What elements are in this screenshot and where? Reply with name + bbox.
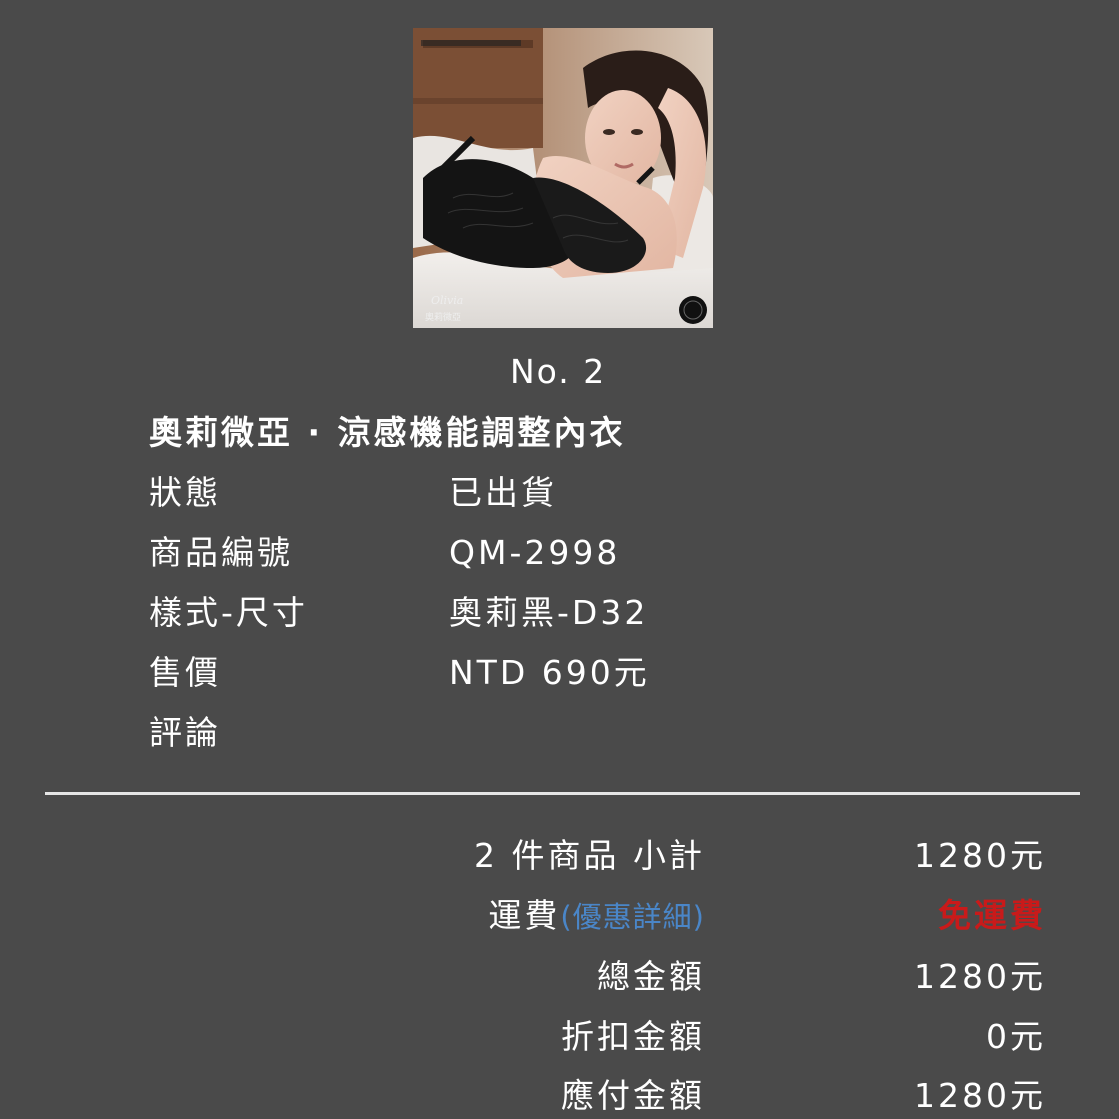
discount-value: 0元 [986,1017,1046,1056]
summary-shipping: 運費(優惠詳細) 免運費 [0,894,1119,938]
product-photo-icon: Olivia 奧莉微亞 [413,28,713,328]
total-value: 1280元 [914,957,1046,996]
payable-label: 應付金額 [561,1076,705,1115]
sku-value: QM-2998 [449,533,621,572]
discount-label: 折扣金額 [561,1017,705,1056]
shipping-value: 免運費 [938,896,1046,935]
subtotal-label: 2 件商品 小計 [474,836,705,875]
price-value: NTD 690元 [449,653,650,692]
summary-discount: 折扣金額 0元 [0,1015,1119,1059]
style-size-label: 樣式-尺寸 [149,593,308,632]
item-number: No. 2 [510,352,607,391]
review-label[interactable]: 評論 [149,712,221,754]
product-image[interactable]: Olivia 奧莉微亞 [413,28,713,328]
product-name[interactable]: 奧莉微亞 · 涼感機能調整內衣 [149,412,626,454]
status-value: 已出貨 [449,473,557,512]
order-detail-page: Olivia 奧莉微亞 No. 2 奧莉微亞 · 涼感機能調整內衣 狀態 已出貨… [0,0,1119,1119]
svg-text:Olivia: Olivia [431,294,463,307]
sku-label: 商品編號 [149,533,293,572]
shipping-label-group: 運費(優惠詳細) [488,894,705,939]
price-label: 售價 [149,653,221,692]
status-label: 狀態 [149,473,221,512]
summary-total: 總金額 1280元 [0,955,1119,999]
promo-details-link[interactable]: (優惠詳細) [560,900,705,934]
summary-subtotal: 2 件商品 小計 1280元 [0,834,1119,878]
total-label: 總金額 [597,957,705,996]
style-size-value: 奧莉黑-D32 [449,593,649,632]
shipping-label: 運費 [488,896,561,935]
svg-text:奧莉微亞: 奧莉微亞 [425,311,461,323]
summary-payable: 應付金額 1280元 [0,1074,1119,1118]
section-divider [45,792,1080,795]
subtotal-value: 1280元 [914,836,1046,875]
payable-value: 1280元 [914,1076,1046,1115]
